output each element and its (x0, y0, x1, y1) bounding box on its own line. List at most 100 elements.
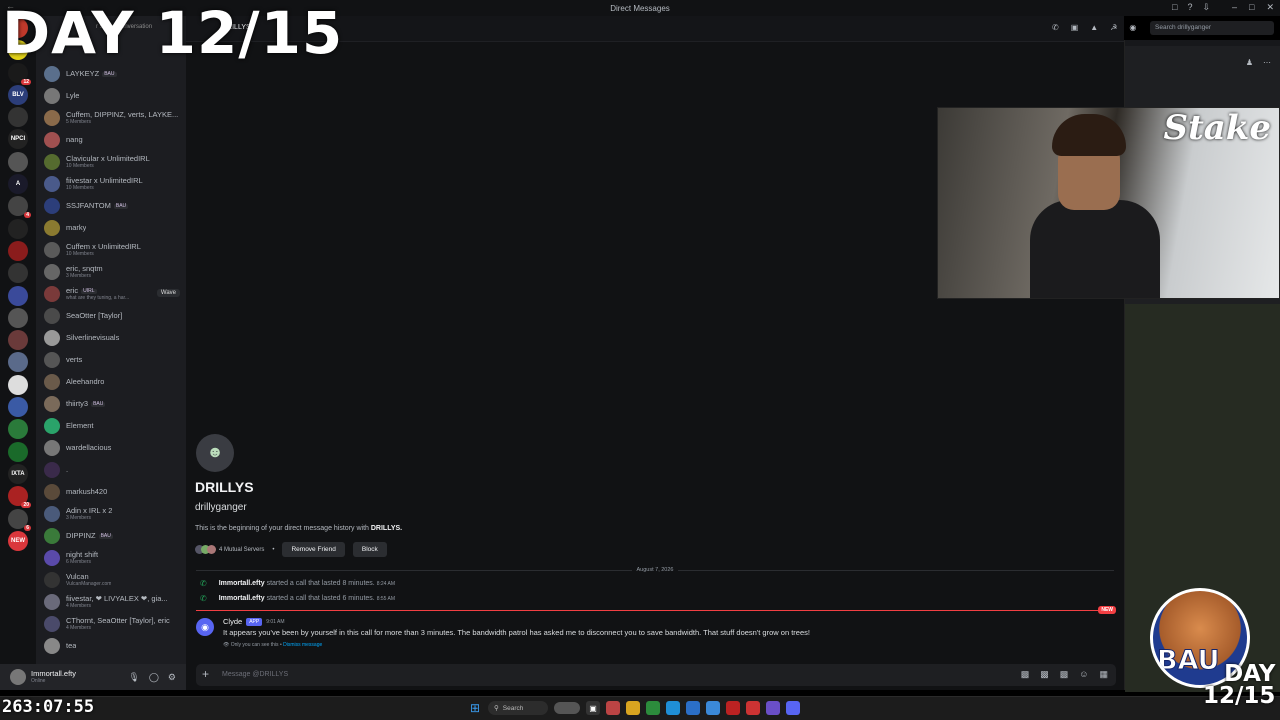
dm-list-item[interactable]: Cuffem x UnlimitedIRL 10 Members (36, 239, 186, 261)
pin-icon[interactable]: ▲ (1090, 23, 1098, 32)
more-icon[interactable]: ⋯ (1263, 58, 1271, 67)
dm-list-item[interactable]: Element (36, 415, 186, 437)
server-icon[interactable]: 4 (8, 196, 31, 219)
server-icon[interactable] (8, 352, 28, 373)
server-icon[interactable] (8, 330, 28, 351)
user-name: Immortall.efty (31, 669, 77, 679)
server-icon[interactable]: NPCI (8, 129, 28, 150)
task-view-icon[interactable]: ▣ (586, 701, 600, 715)
dm-list-item[interactable]: eric UIRL what are they tuning, a har... Wa… (36, 283, 186, 305)
dm-list-item[interactable]: CThornt, SeaOtter [Taylor], eric 4 Member… (36, 613, 186, 635)
message-input[interactable]: Message @DRILLYS (222, 671, 288, 678)
app-icon[interactable] (766, 701, 780, 715)
dm-list-item[interactable]: Aleehandro (36, 371, 186, 393)
clyde-avatar-icon[interactable]: ◉ (196, 618, 214, 636)
server-icon[interactable] (8, 374, 28, 395)
emoji-icon[interactable]: ☺ (1079, 669, 1088, 680)
server-icon[interactable] (8, 441, 28, 462)
search-input[interactable]: Search drillyganger (1150, 21, 1274, 35)
add-attachment-icon[interactable]: + (202, 667, 209, 681)
message-composer[interactable]: + Message @DRILLYS ▩ ▩ ▩ ☺ ▦ (196, 664, 1116, 686)
headphones-icon[interactable]: ◯ (149, 672, 159, 683)
dm-list-item[interactable]: eric, snqtm 3 Members (36, 261, 186, 283)
inbox-icon[interactable]: □ (1172, 2, 1177, 13)
gif-icon[interactable]: ▩ (1040, 669, 1049, 680)
weather-widget[interactable] (554, 702, 580, 714)
server-icon[interactable] (8, 107, 28, 128)
server-icon[interactable] (8, 263, 28, 284)
dm-list-item[interactable]: markush420 (36, 481, 186, 503)
app-icon[interactable] (726, 701, 740, 715)
dm-list-item[interactable]: DIPPINZ BAU (36, 525, 186, 547)
dm-list-item[interactable]: tea (36, 635, 186, 657)
start-icon[interactable]: ⊞ (468, 701, 482, 715)
clyde-name[interactable]: Clyde (223, 617, 242, 626)
microphone-icon[interactable]: 🎙 (128, 672, 139, 683)
unread-badge: 20 (21, 502, 31, 509)
gear-icon[interactable]: ⚙ (168, 672, 176, 683)
edge-icon[interactable] (666, 701, 680, 715)
server-icon[interactable]: BLV (8, 84, 28, 105)
server-icon[interactable] (8, 218, 28, 239)
server-icon[interactable]: A (8, 174, 28, 195)
discord-icon[interactable] (786, 701, 800, 715)
file-explorer-icon[interactable] (626, 701, 640, 715)
dm-list-item[interactable]: verts (36, 349, 186, 371)
server-icon[interactable] (8, 240, 28, 261)
dm-list-item[interactable]: Cuffem, DIPPINZ, verts, LAYKE... 5 Member… (36, 107, 186, 129)
gift-icon[interactable]: ▩ (1021, 669, 1030, 680)
wave-button[interactable]: Wave (156, 289, 180, 297)
dm-list-item[interactable]: marky (36, 217, 186, 239)
server-icon[interactable] (8, 307, 28, 328)
sticker-icon[interactable]: ▩ (1060, 669, 1069, 680)
download-icon[interactable]: ⇩ (1202, 2, 1210, 13)
dm-list-item[interactable]: fiivestar, ❤ LIVYALEX ❤, gia... 4 Members (36, 591, 186, 613)
dismiss-message-link[interactable]: Dismiss message (283, 642, 322, 648)
dm-list-item[interactable]: Silverlinevisuals (36, 327, 186, 349)
add-friend-icon[interactable]: ☭ (1110, 23, 1117, 32)
avatar (44, 220, 60, 236)
dm-list-item[interactable]: Vulcan VulcanManager.com (36, 569, 186, 591)
server-icon[interactable] (8, 285, 28, 306)
user-profile-icon[interactable]: ◉ (1129, 23, 1136, 32)
add-user-icon[interactable]: ♟ (1246, 58, 1253, 67)
apps-icon[interactable]: ▦ (1099, 669, 1108, 680)
avatar[interactable] (10, 669, 26, 685)
app-icon[interactable] (706, 701, 720, 715)
server-icon[interactable] (8, 151, 28, 172)
taskbar-search[interactable]: ⚲ Search (488, 701, 548, 715)
phone-call-icon[interactable]: ✆ (1052, 23, 1059, 32)
app-icon[interactable] (686, 701, 700, 715)
minimize-icon[interactable]: – (1232, 2, 1237, 13)
close-icon[interactable]: ✕ (1266, 2, 1274, 13)
dm-name: verts (66, 356, 83, 364)
server-icon[interactable] (8, 419, 28, 440)
dm-list-item[interactable]: SSJFANTOM BAU (36, 195, 186, 217)
server-icon[interactable]: 20 (8, 486, 31, 509)
dm-list-item[interactable]: . (36, 459, 186, 481)
mutual-servers[interactable]: 4 Mutual Servers (195, 545, 264, 554)
dm-list-item[interactable]: Clavicular x UnlimitedIRL 10 Members (36, 151, 186, 173)
app-icon[interactable] (606, 701, 620, 715)
avatar (44, 264, 60, 280)
app-icon[interactable] (646, 701, 660, 715)
dm-list-item[interactable]: Adin x IRL x 23 Members (36, 503, 186, 525)
dm-list-item[interactable]: SeaOtter [Taylor] (36, 305, 186, 327)
dm-list-item[interactable]: Lyle (36, 85, 186, 107)
server-icon[interactable]: NEW (8, 530, 28, 551)
maximize-icon[interactable]: □ (1249, 2, 1254, 13)
server-icon[interactable]: IXTA (8, 463, 28, 484)
block-button[interactable]: Block (352, 542, 387, 557)
dm-list-item[interactable]: wardellacious (36, 437, 186, 459)
help-icon[interactable]: ? (1187, 2, 1192, 13)
dm-list-item[interactable]: fiivestar x UnlimitedIRL 10 Members (36, 173, 186, 195)
dm-list-item[interactable]: nang (36, 129, 186, 151)
remove-friend-button[interactable]: Remove Friend (282, 542, 345, 557)
dm-subtitle: 6 Members (66, 558, 92, 565)
server-icon[interactable]: 6 (8, 508, 31, 531)
dm-list-item[interactable]: thiirty3 BAU (36, 393, 186, 415)
chrome-icon[interactable] (746, 701, 760, 715)
dm-list-item[interactable]: night shift 6 Members (36, 547, 186, 569)
server-icon[interactable] (8, 397, 28, 418)
video-call-icon[interactable]: ▣ (1071, 23, 1079, 32)
